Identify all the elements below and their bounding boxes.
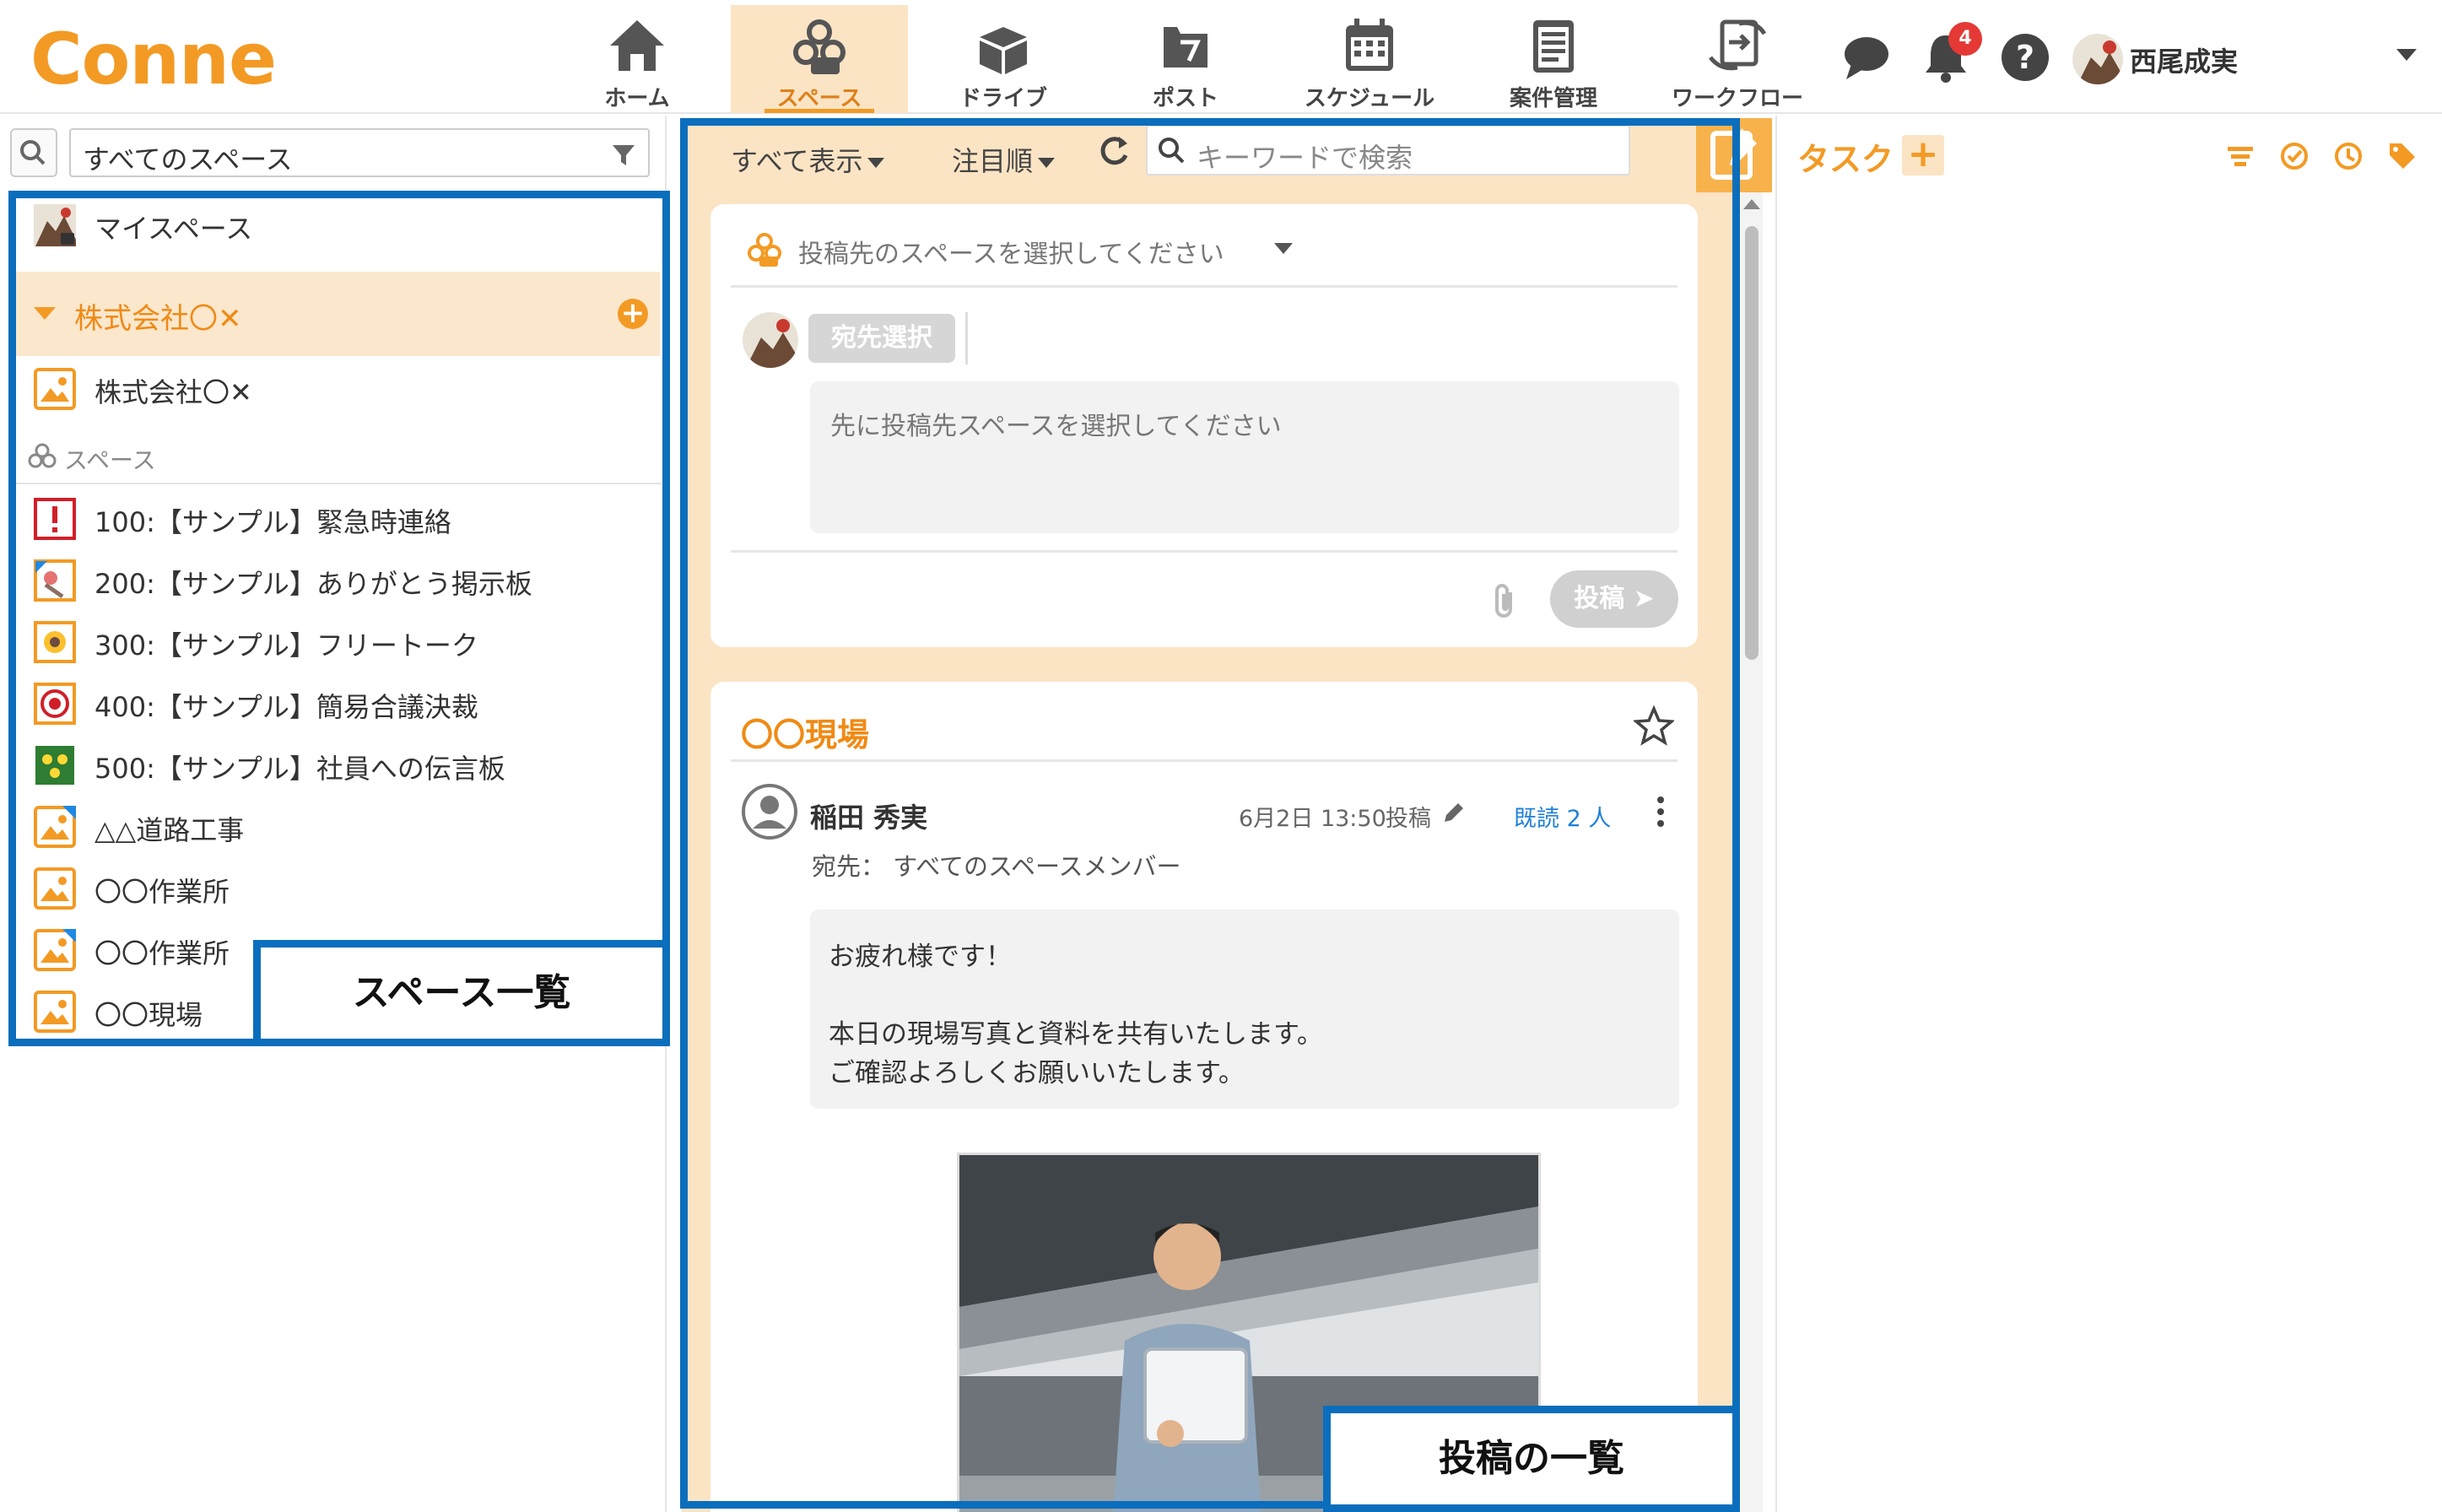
post-list-annotation: 投稿の一覧 [1323, 1406, 1740, 1512]
nav-space-label: スペース [776, 86, 862, 111]
space-filter-value: すべてのスペース [83, 143, 293, 176]
nav-post[interactable]: ポスト [1097, 5, 1274, 113]
space-icon [793, 19, 846, 74]
help-icon[interactable]: ? [1998, 30, 2052, 84]
post-list-highlight [680, 118, 1740, 1509]
clock-icon[interactable] [2332, 140, 2364, 172]
scroll-up-arrow[interactable] [1743, 199, 1760, 209]
notification-badge: 4 [1948, 22, 1982, 56]
post-icon [1164, 27, 1207, 68]
conne-logo[interactable]: Conne [30, 17, 277, 101]
chevron-down-icon[interactable] [2396, 49, 2417, 61]
nav-project[interactable]: 案件管理 [1465, 5, 1642, 113]
nav-project-label: 案件管理 [1509, 86, 1597, 111]
svg-text:?: ? [2016, 39, 2034, 76]
filter-icon [613, 145, 635, 165]
space-filter-select[interactable]: すべてのスペース [69, 128, 650, 177]
top-header: Conne ホーム スペース ドライブ ポスト スケジュール 案件管理 ワークフ… [0, 0, 2442, 114]
user-name[interactable]: 西尾成実 [2130, 40, 2238, 79]
search-icon [20, 140, 46, 165]
check-circle-icon[interactable] [2278, 140, 2310, 172]
tag-icon[interactable] [2386, 140, 2418, 172]
home-icon [610, 20, 664, 71]
space-search-button[interactable] [10, 128, 57, 177]
list-filter-icon[interactable] [2224, 140, 2256, 172]
scrollbar-thumb[interactable] [1745, 226, 1759, 660]
add-task-button[interactable]: + [1902, 135, 1944, 176]
chat-icon[interactable] [1840, 30, 1894, 84]
nav-home-label: ホーム [604, 86, 670, 111]
drive-icon [980, 27, 1027, 74]
space-list-annotation: スペース一覧 [253, 940, 670, 1046]
task-title: タスク [1797, 141, 1894, 178]
nav-drive[interactable]: ドライブ [915, 5, 1092, 113]
task-panel [1775, 116, 2442, 1512]
nav-post-label: ポスト [1152, 86, 1218, 111]
nav-workflow-label: ワークフロー [1671, 86, 1803, 111]
workflow-icon [1709, 19, 1767, 71]
space-list-highlight [8, 191, 670, 1046]
calendar-icon [1346, 19, 1393, 71]
nav-drive-label: ドライブ [959, 86, 1047, 111]
nav-space[interactable]: スペース [731, 5, 908, 113]
nav-schedule[interactable]: スケジュール [1281, 5, 1458, 113]
nav-workflow[interactable]: ワークフロー [1649, 5, 1826, 113]
project-icon [1533, 20, 1574, 73]
nav-home[interactable]: ホーム [548, 5, 726, 113]
nav-schedule-label: スケジュール [1304, 86, 1435, 111]
user-avatar[interactable] [2072, 34, 2123, 84]
